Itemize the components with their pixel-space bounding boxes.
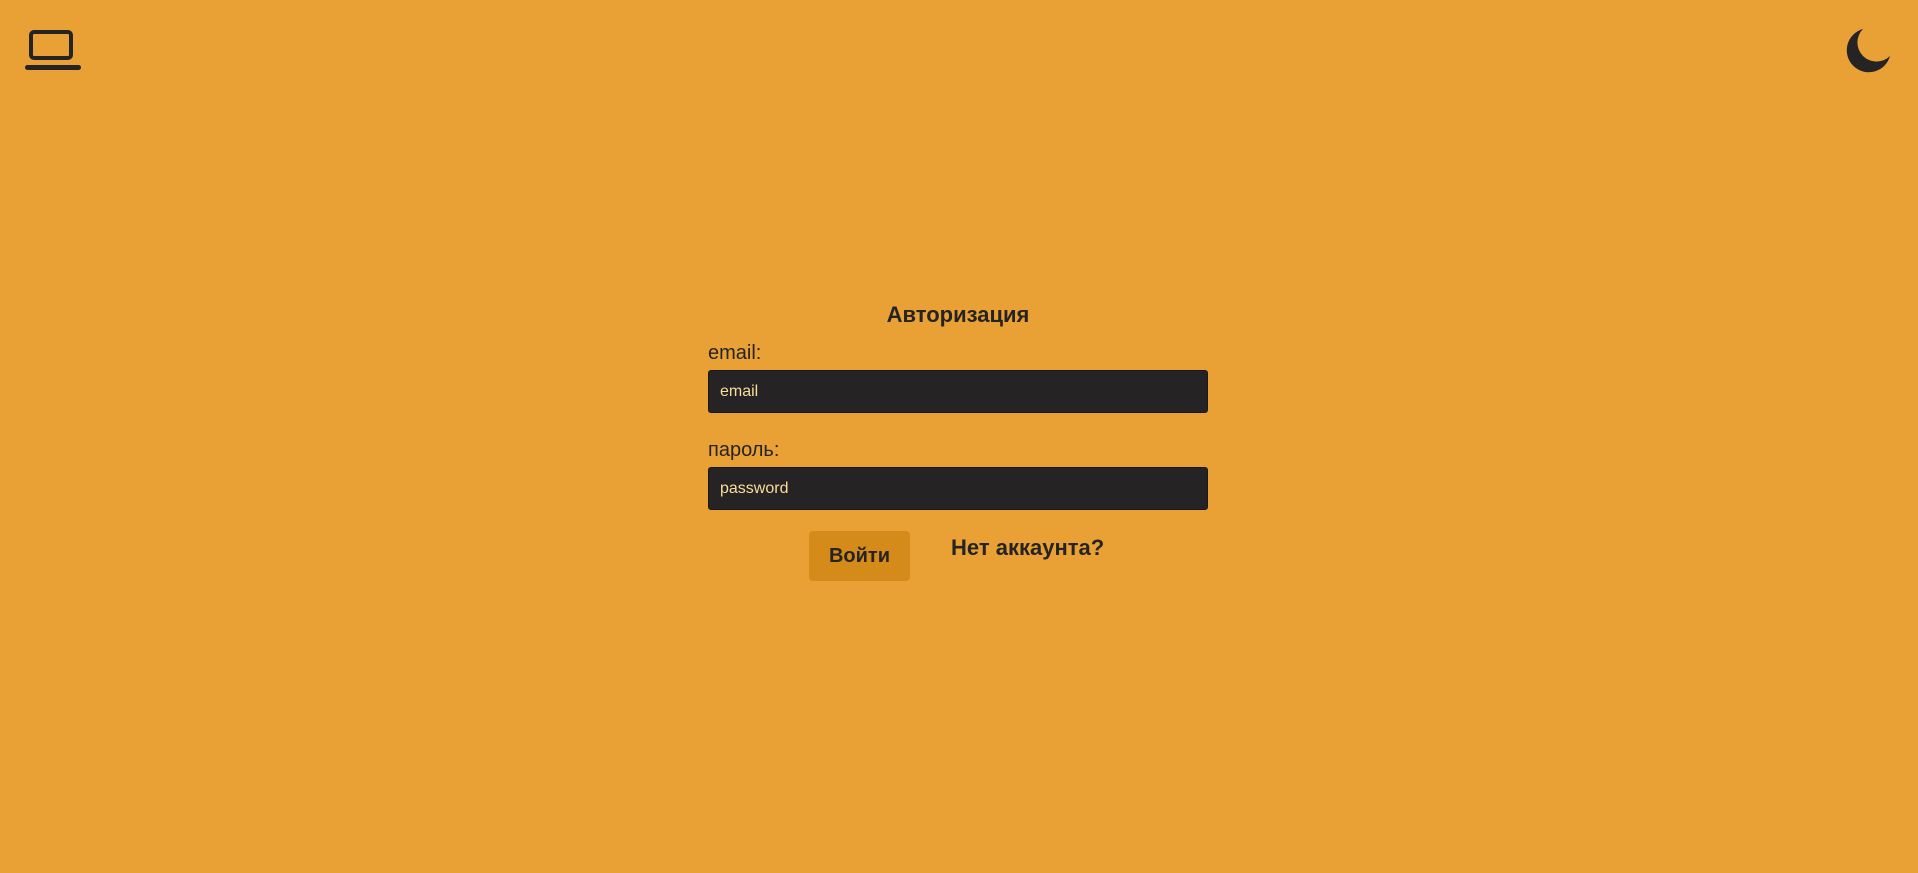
form-title: Авторизация: [886, 302, 1030, 327]
password-group: пароль:: [708, 437, 1208, 510]
email-input[interactable]: [708, 370, 1208, 413]
login-form: Авторизация email: пароль: Войти Нет акк…: [708, 300, 1208, 581]
login-button[interactable]: Войти: [809, 531, 910, 581]
email-group: email:: [708, 340, 1208, 413]
register-link[interactable]: Нет аккаунта?: [951, 535, 1104, 561]
moon-icon[interactable]: [1843, 26, 1893, 76]
email-label: email:: [708, 342, 762, 364]
password-label: пароль:: [708, 439, 780, 461]
form-actions: Войти Нет аккаунта?: [708, 531, 1208, 581]
password-input[interactable]: [708, 467, 1208, 510]
laptop-icon[interactable]: [24, 28, 84, 76]
